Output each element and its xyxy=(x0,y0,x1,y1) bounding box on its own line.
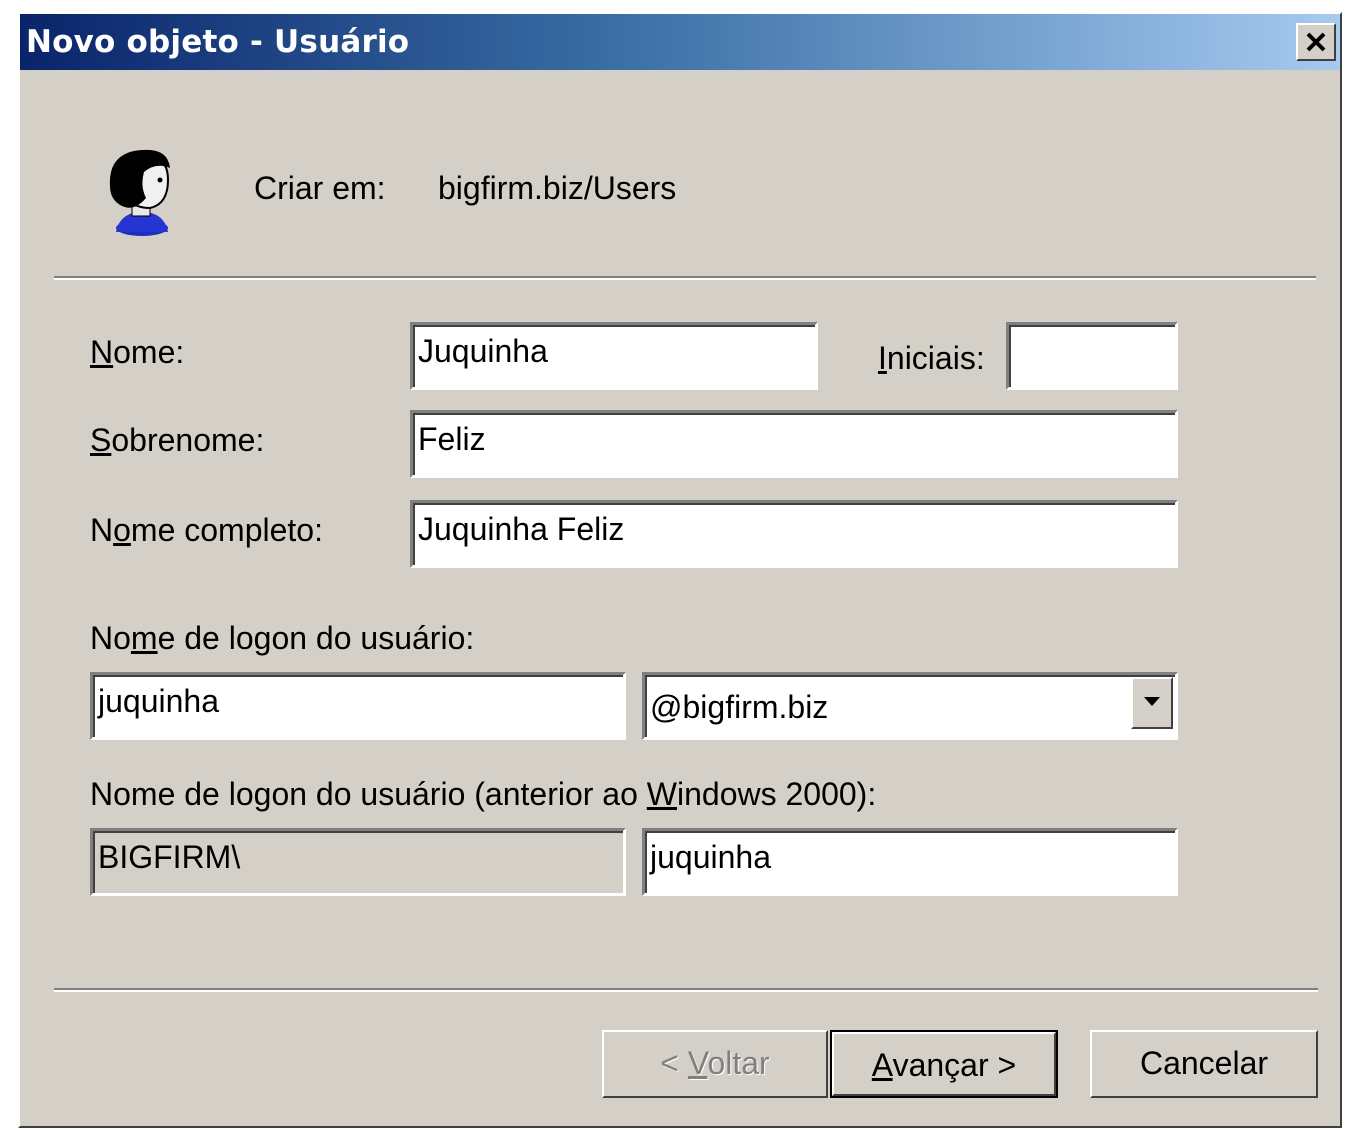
bottom-separator xyxy=(54,988,1318,992)
first-name-input[interactable]: Juquinha xyxy=(410,322,818,390)
title-bar[interactable]: Novo objeto - Usuário xyxy=(20,14,1340,70)
top-separator xyxy=(54,276,1316,280)
new-user-dialog: Novo objeto - Usuário Criar em: bigfirm.… xyxy=(18,12,1342,1128)
dropdown-button[interactable] xyxy=(1131,677,1173,729)
initials-label: Iniciais: xyxy=(878,340,985,376)
last-name-input[interactable]: Feliz xyxy=(410,410,1178,478)
initials-input[interactable] xyxy=(1006,322,1178,390)
pre2000-domain-field: BIGFIRM\ xyxy=(90,828,626,896)
upn-suffix-value: @bigfirm.biz xyxy=(650,689,829,725)
logon-name-input[interactable]: juquinha xyxy=(90,672,626,740)
close-button[interactable] xyxy=(1296,23,1336,61)
upn-suffix-select[interactable]: @bigfirm.biz xyxy=(642,672,1178,740)
user-icon xyxy=(109,149,170,236)
logon-name-label: Nome de logon do usuário: xyxy=(90,620,475,656)
full-name-value: Juquinha Feliz xyxy=(418,511,625,547)
full-name-label: Nome completo: xyxy=(90,512,323,548)
last-name-value: Feliz xyxy=(418,421,486,457)
chevron-down-icon xyxy=(1144,697,1160,706)
create-in-value: bigfirm.biz/Users xyxy=(438,170,677,206)
next-button[interactable]: Avançar > xyxy=(830,1030,1058,1098)
pre2000-logon-value: juquinha xyxy=(650,839,771,875)
pre2000-logon-label: Nome de logon do usuário (anterior ao Wi… xyxy=(90,776,877,812)
cancel-button[interactable]: Cancelar xyxy=(1090,1030,1318,1098)
last-name-label: Sobrenome: xyxy=(90,422,265,458)
window-title: Novo objeto - Usuário xyxy=(26,24,410,60)
back-button[interactable]: < Voltar xyxy=(602,1030,828,1098)
full-name-input[interactable]: Juquinha Feliz xyxy=(410,500,1178,568)
close-icon xyxy=(1306,32,1326,52)
create-in-label: Criar em: xyxy=(254,170,386,206)
pre2000-logon-input[interactable]: juquinha xyxy=(642,828,1178,896)
logon-name-value: juquinha xyxy=(98,683,219,719)
first-name-label: Nome: xyxy=(90,334,185,370)
first-name-value: Juquinha xyxy=(418,333,548,369)
pre2000-domain-value: BIGFIRM\ xyxy=(98,839,241,875)
